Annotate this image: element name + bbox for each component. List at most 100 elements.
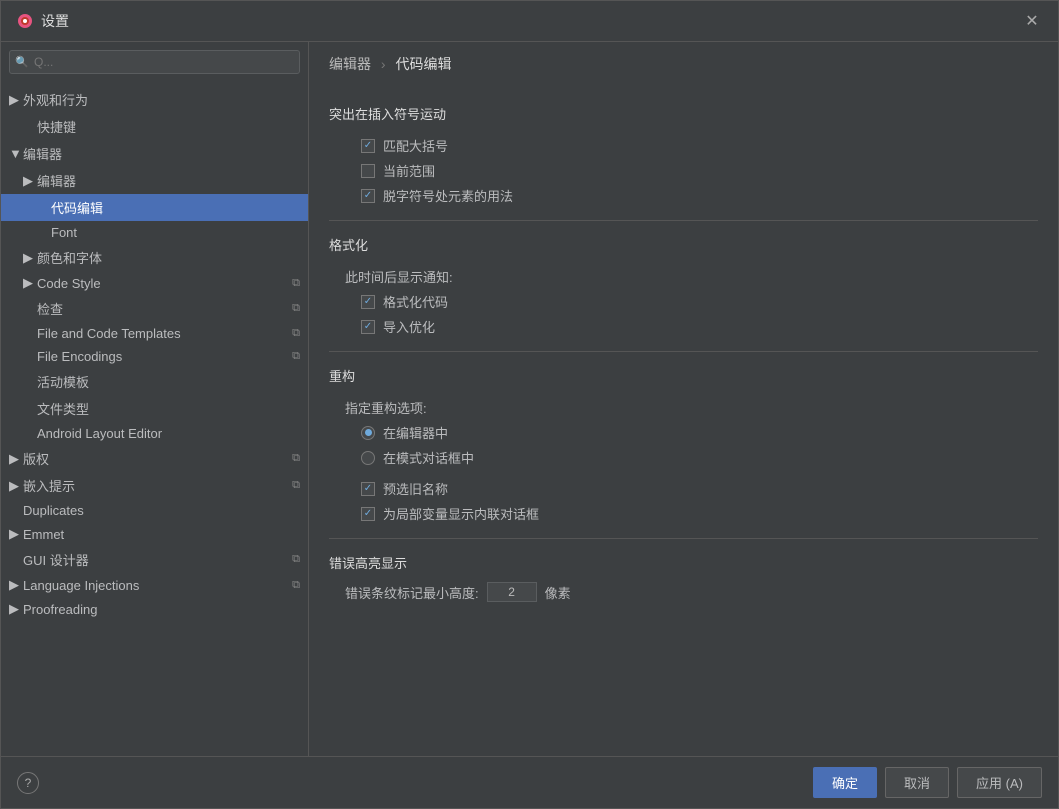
option-label: 导入优化 [383,317,435,336]
checkbox-format-code[interactable] [361,295,375,309]
arrow-icon: ▶ [9,92,23,108]
sidebar-item-file-encodings[interactable]: File Encodings ⧉ [1,345,308,368]
option-import-optimize: 导入优化 [361,314,1038,339]
sidebar-item-code-edit[interactable]: 代码编辑 [1,194,308,221]
option-label: 在模式对话框中 [383,448,474,467]
section-title-refactor: 重构 [329,366,1038,385]
help-button[interactable]: ? [17,772,39,794]
checkbox-escape-usage[interactable] [361,189,375,203]
main-content: 🔍 ▶ 外观和行为 快捷键 ▼ 编辑器 [1,42,1058,756]
divider-1 [329,220,1038,221]
option-label: 匹配大括号 [383,136,448,155]
copy-icon: ⧉ [292,452,300,465]
section-title-error: 错误高亮显示 [329,553,1038,572]
error-min-height-input[interactable] [487,582,537,602]
sidebar-item-label: 编辑器 [23,144,300,163]
option-in-editor: 在编辑器中 [361,420,1038,445]
copy-icon: ⧉ [292,553,300,566]
sidebar-item-label: Emmet [23,527,300,542]
ok-button[interactable]: 确定 [813,767,877,798]
option-label: 为局部变量显示内联对话框 [383,504,539,523]
copy-icon: ⧉ [292,277,300,290]
window-title: 设置 [41,11,69,31]
sidebar-item-label: File and Code Templates [37,326,288,341]
option-escape-usage: 脱字符号处元素的用法 [361,183,1038,208]
sidebar-item-live-templates[interactable]: 活动模板 [1,368,308,395]
checkbox-current-scope[interactable] [361,164,375,178]
sidebar-item-shortcuts[interactable]: 快捷键 [1,113,308,140]
copy-icon: ⧉ [292,479,300,492]
formatting-subtitle: 此时间后显示通知: [345,264,1038,289]
bottom-bar: ? 确定 取消 应用 (A) [1,756,1058,808]
radio-in-editor[interactable] [361,426,375,440]
sidebar-item-editor-sub[interactable]: ▶ 编辑器 [1,167,308,194]
option-preselect-old: 预选旧名称 [361,476,1038,501]
sidebar-item-color-font[interactable]: ▶ 颜色和字体 [1,244,308,271]
checkbox-import-optimize[interactable] [361,320,375,334]
option-label: 脱字符号处元素的用法 [383,186,513,205]
apply-button[interactable]: 应用 (A) [957,767,1042,798]
arrow-icon: ▶ [9,451,23,467]
sidebar-item-label: 代码编辑 [51,198,300,217]
copy-icon: ⧉ [292,302,300,315]
sidebar-item-label: 颜色和字体 [37,248,300,267]
sidebar-item-code-style[interactable]: ▶ Code Style ⧉ [1,271,308,295]
arrow-icon: ▶ [23,250,37,266]
sidebar-item-label: 快捷键 [37,117,300,136]
sidebar-item-label: 版权 [23,449,288,468]
sidebar-item-duplicates[interactable]: Duplicates [1,499,308,522]
cancel-button[interactable]: 取消 [885,767,949,798]
option-match-braces: 匹配大括号 [361,133,1038,158]
search-input[interactable] [9,50,300,74]
sidebar-item-label: Font [51,225,300,240]
error-min-height-label: 错误条纹标记最小高度: [345,583,479,602]
option-label: 当前范围 [383,161,435,180]
sidebar-item-label: 编辑器 [37,171,300,190]
settings-content: 突出在插入符号运动 匹配大括号 当前范围 脱字符 [309,82,1058,756]
sidebar-item-gui-designer[interactable]: GUI 设计器 ⧉ [1,546,308,573]
settings-dialog: 设置 ✕ 🔍 ▶ 外观和行为 快捷键 [0,0,1059,809]
option-label: 预选旧名称 [383,479,448,498]
arrow-icon: ▶ [9,526,23,542]
checkbox-show-inline[interactable] [361,507,375,521]
copy-icon: ⧉ [292,327,300,340]
radio-in-modal[interactable] [361,451,375,465]
error-unit-label: 像素 [545,583,571,602]
formatting-subtitle-text: 此时间后显示通知: [345,267,453,286]
refactor-subtitle: 指定重构选项: [345,395,1038,420]
checkbox-match-braces[interactable] [361,139,375,153]
sidebar-item-proofreading[interactable]: ▶ Proofreading [1,597,308,621]
arrow-icon: ▶ [23,173,37,189]
sidebar-item-file-types[interactable]: 文件类型 [1,395,308,422]
sidebar-item-label: 外观和行为 [23,90,300,109]
sidebar-item-label: 检查 [37,299,288,318]
sidebar-item-editor-group[interactable]: ▼ 编辑器 [1,140,308,167]
section-title-formatting: 格式化 [329,235,1038,254]
sidebar-item-emmet-hints[interactable]: ▶ 嵌入提示 ⧉ [1,472,308,499]
sidebar-item-label: File Encodings [37,349,288,364]
copy-icon: ⧉ [292,579,300,592]
option-show-inline: 为局部变量显示内联对话框 [361,501,1038,526]
sidebar-item-inspect[interactable]: 检查 ⧉ [1,295,308,322]
option-current-scope: 当前范围 [361,158,1038,183]
close-button[interactable]: ✕ [1022,11,1042,31]
divider-3 [329,538,1038,539]
sidebar-item-font[interactable]: Font [1,221,308,244]
option-label: 在编辑器中 [383,423,448,442]
section-title-caret: 突出在插入符号运动 [329,104,1038,123]
sidebar-item-copyright[interactable]: ▶ 版权 ⧉ [1,445,308,472]
sidebar-item-emmet[interactable]: ▶ Emmet [1,522,308,546]
option-in-modal: 在模式对话框中 [361,445,1038,470]
search-box: 🔍 [9,50,300,74]
sidebar-item-label: 活动模板 [37,372,300,391]
arrow-icon: ▶ [9,577,23,593]
sidebar-item-appearance[interactable]: ▶ 外观和行为 [1,86,308,113]
search-icon: 🔍 [15,56,29,69]
action-buttons: 确定 取消 应用 (A) [813,767,1042,798]
checkbox-preselect-old[interactable] [361,482,375,496]
sidebar-item-label: 嵌入提示 [23,476,288,495]
option-label: 格式化代码 [383,292,448,311]
sidebar-item-lang-injections[interactable]: ▶ Language Injections ⧉ [1,573,308,597]
sidebar-item-file-code-templates[interactable]: File and Code Templates ⧉ [1,322,308,345]
sidebar-item-android-layout[interactable]: Android Layout Editor [1,422,308,445]
